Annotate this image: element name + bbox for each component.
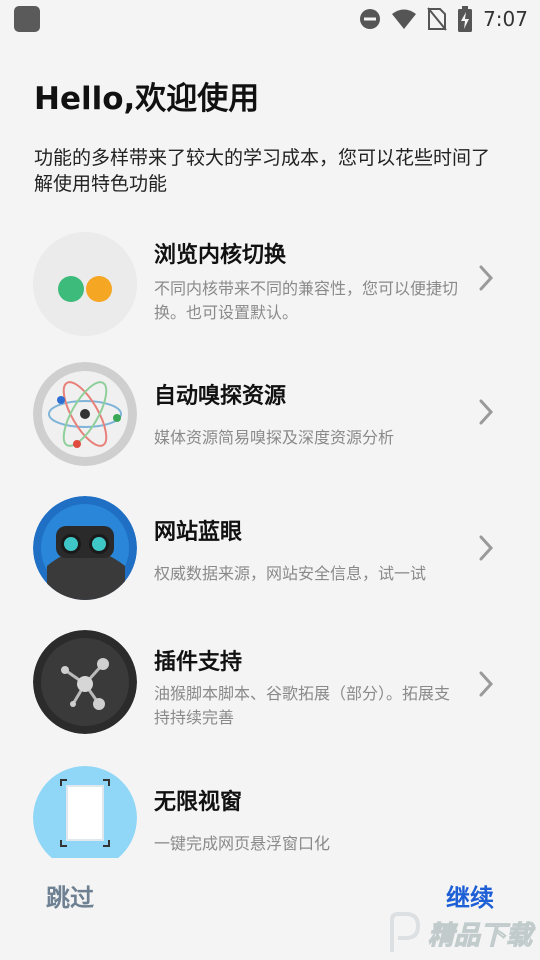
feature-description: 权威数据来源，网站安全信息，试一试 xyxy=(154,564,427,583)
atom-icon xyxy=(33,362,137,466)
feature-item-resource-sniff[interactable]: 自动嗅探资源 媒体资源简易嗅探及深度资源分析 xyxy=(0,350,540,470)
wifi-icon xyxy=(392,9,417,29)
battery-charging-icon xyxy=(458,6,473,32)
feature-description: 油猴脚本脚本、谷歌拓展（部分）。拓展支持持续完善 xyxy=(154,684,451,727)
status-icons: 7:07 xyxy=(359,5,528,33)
clock: 7:07 xyxy=(483,7,528,31)
chevron-right-icon xyxy=(479,399,494,425)
window-frame-icon xyxy=(33,766,137,870)
watermark-text: 精品下载 xyxy=(427,920,532,951)
skip-button[interactable]: 跳过 xyxy=(46,878,94,913)
chevron-right-icon xyxy=(479,671,494,697)
feature-title: 浏览内核切换 xyxy=(154,243,287,268)
app-notification-icon xyxy=(14,6,40,32)
feature-title: 网站蓝眼 xyxy=(154,520,243,545)
do-not-disturb-icon xyxy=(360,9,381,29)
feature-description: 不同内核带来不同的兼容性，您可以便捷切换。也可设置默认。 xyxy=(154,279,459,322)
feature-item-site-blue-eye[interactable]: 网站蓝眼 权威数据来源，网站安全信息，试一试 xyxy=(0,486,540,606)
watermark: 精品下载 xyxy=(384,912,533,954)
feature-title: 自动嗅探资源 xyxy=(154,384,287,409)
feature-item-plugin-support[interactable]: 插件支持 油猴脚本脚本、谷歌拓展（部分）。拓展支持持续完善 xyxy=(0,622,540,742)
continue-button[interactable]: 继续 xyxy=(446,878,494,913)
chevron-right-icon xyxy=(479,535,494,561)
watermark-logo-icon xyxy=(389,912,420,952)
status-bar: 7:07 xyxy=(0,0,540,38)
page-title: Hello,欢迎使用 xyxy=(34,81,260,117)
chevron-right-icon xyxy=(479,265,494,291)
molecule-icon xyxy=(33,630,137,734)
feature-title: 插件支持 xyxy=(154,650,243,675)
no-sim-icon xyxy=(427,7,447,31)
feature-title: 无限视窗 xyxy=(154,790,243,815)
toggle-dots-icon xyxy=(33,232,137,336)
goggles-icon xyxy=(33,496,137,600)
feature-description: 媒体资源简易嗅探及深度资源分析 xyxy=(154,428,395,447)
page-subtitle: 功能的多样带来了较大的学习成本，您可以花些时间了解使用特色功能 xyxy=(34,147,491,195)
feature-description: 一键完成网页悬浮窗口化 xyxy=(154,834,331,853)
feature-item-kernel-switch[interactable]: 浏览内核切换 不同内核带来不同的兼容性，您可以便捷切换。也可设置默认。 xyxy=(0,220,540,340)
